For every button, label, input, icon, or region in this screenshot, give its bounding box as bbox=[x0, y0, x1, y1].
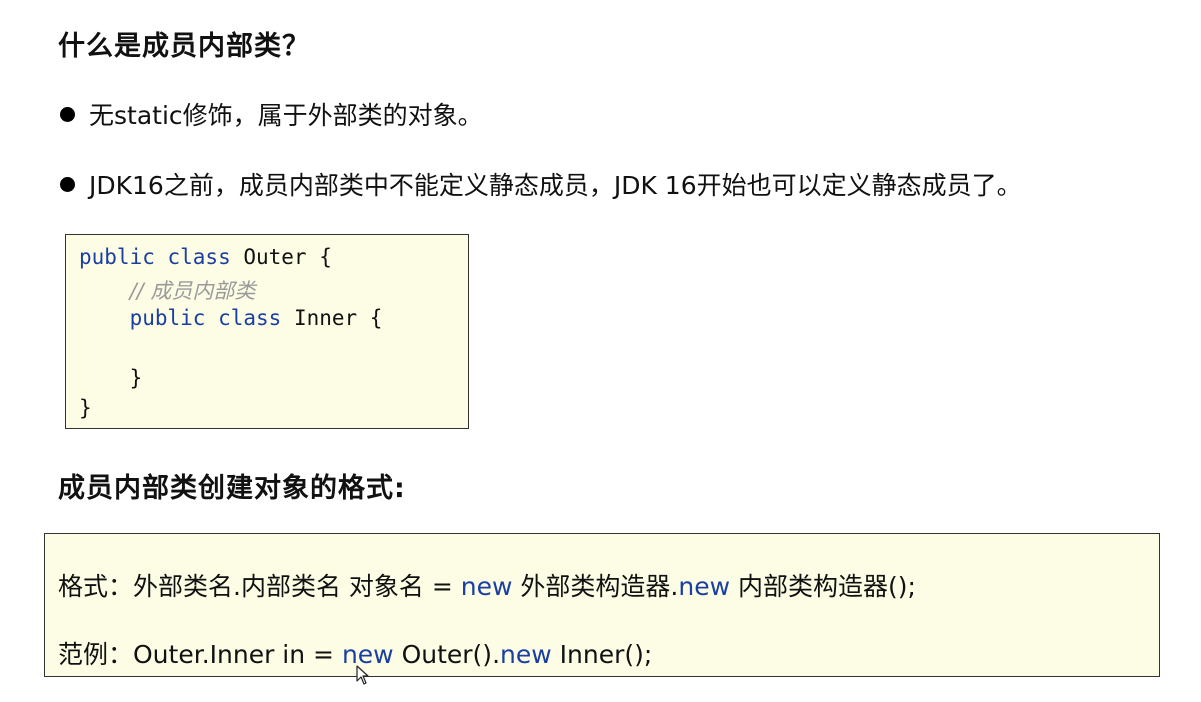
code-text: } bbox=[129, 366, 143, 390]
code-line-2: // 成员内部类 bbox=[79, 275, 256, 305]
example-new-keyword: new bbox=[500, 640, 552, 669]
bullet-dot-icon bbox=[60, 106, 75, 122]
format-new-keyword: new bbox=[460, 572, 513, 601]
code-text: Inner { bbox=[281, 306, 383, 330]
code-example-box: public class Outer { // 成员内部类 public cla… bbox=[65, 234, 469, 429]
code-line-4: } bbox=[79, 366, 143, 390]
bullet-item-2: JDK16之前，成员内部类中不能定义静态成员，JDK 16开始也可以定义静态成员… bbox=[60, 166, 1022, 202]
bullet-item-1: 无static修饰，属于外部类的对象。 bbox=[60, 96, 483, 132]
format-prefix: 格式：外部类名.内部类名 对象名 = bbox=[58, 572, 461, 601]
mouse-pointer-icon bbox=[356, 665, 369, 685]
bullet-dot-icon bbox=[60, 176, 75, 192]
code-keyword: public class bbox=[129, 306, 282, 330]
code-line-3: public class Inner { bbox=[79, 306, 383, 330]
format-new-keyword: new bbox=[678, 572, 731, 601]
code-text: } bbox=[79, 396, 92, 420]
bullet-text-2: JDK16之前，成员内部类中不能定义静态成员，JDK 16开始也可以定义静态成员… bbox=[89, 171, 1022, 200]
example-suffix: Inner(); bbox=[551, 640, 653, 669]
format-box: 格式：外部类名.内部类名 对象名 = new 外部类构造器.new 内部类构造器… bbox=[44, 533, 1160, 677]
format-line: 格式：外部类名.内部类名 对象名 = new 外部类构造器.new 内部类构造器… bbox=[58, 567, 916, 603]
code-text: Outer { bbox=[230, 245, 332, 269]
section-title-member-inner-class: 什么是成员内部类？ bbox=[58, 31, 310, 62]
bullet-text-1: 无static修饰，属于外部类的对象。 bbox=[89, 101, 483, 130]
example-prefix: 范例：Outer.Inner in = bbox=[58, 640, 342, 669]
code-line-5: } bbox=[79, 396, 92, 420]
code-line-1: public class Outer { bbox=[79, 245, 332, 269]
format-mid: 外部类构造器. bbox=[512, 572, 679, 601]
code-comment: // 成员内部类 bbox=[129, 279, 256, 303]
section-title-create-format: 成员内部类创建对象的格式: bbox=[58, 473, 406, 504]
code-keyword: public class bbox=[79, 245, 231, 269]
example-mid: Outer(). bbox=[393, 640, 501, 669]
format-suffix: 内部类构造器(); bbox=[730, 572, 916, 601]
